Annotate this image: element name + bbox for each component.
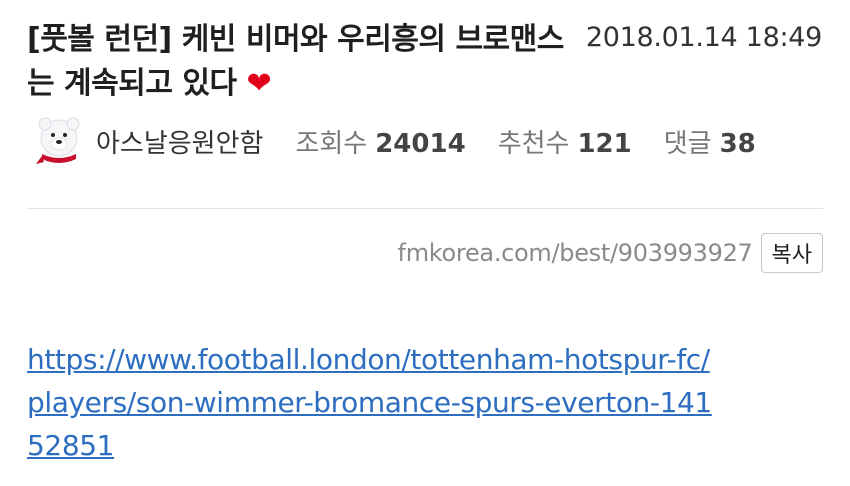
share-url-row: fmkorea.com/best/903993927 복사 [398,233,823,273]
divider [27,208,823,209]
view-count-value: 24014 [375,128,466,159]
comment-count-label: 댓글 [663,128,712,159]
polar-bear-avatar-icon [36,117,80,164]
post-meta: 아스날응원안함 조회수 24014 추천수 121 댓글 38 [30,112,822,170]
view-count: 조회수 24014 [295,123,465,160]
recommend-count: 추천수 121 [498,123,632,160]
view-count-label: 조회수 [295,128,368,159]
comment-count-value: 38 [719,128,756,159]
recommend-count-value: 121 [577,128,632,159]
post-date: 2018.01.14 18:49 [585,22,822,53]
recommend-count-label: 추천수 [497,128,570,159]
copy-button[interactable]: 복사 [760,233,823,273]
article-link[interactable]: https://www.football.london/tottenham-ho… [27,338,727,467]
author-name[interactable]: 아스날응원안함 [96,123,263,160]
avatar[interactable] [30,112,88,170]
comment-count[interactable]: 댓글 38 [664,123,756,160]
short-url: fmkorea.com/best/903993927 [397,239,753,267]
heart-icon: ❤ [246,66,272,101]
post-title-text: [풋볼 런던] 케빈 비머와 우리흥의 브로맨스는 계속되고 있다 [27,22,564,101]
post-title: [풋볼 런던] 케빈 비머와 우리흥의 브로맨스는 계속되고 있다 ❤ [27,18,572,106]
